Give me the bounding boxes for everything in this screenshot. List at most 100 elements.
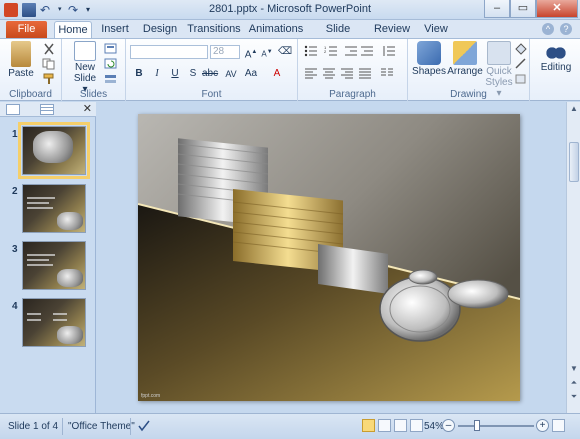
status-bar: Slide 1 of 4 "Office Theme" 54% – +: [0, 413, 580, 439]
section-icon[interactable]: [104, 73, 118, 85]
strikethrough-icon[interactable]: abc: [202, 67, 218, 81]
bold-icon[interactable]: B: [132, 67, 146, 81]
slide-show-view-button[interactable]: [410, 419, 423, 432]
shape-outline-icon[interactable]: [514, 58, 528, 70]
outline-tab-icon[interactable]: [40, 104, 54, 115]
align-center-icon[interactable]: [322, 67, 336, 79]
slide-sorter-view-button[interactable]: [378, 419, 391, 432]
align-right-icon[interactable]: [340, 67, 354, 79]
underline-icon[interactable]: U: [168, 67, 182, 81]
maximize-button[interactable]: ▭: [510, 0, 536, 18]
slide-info: Slide 1 of 4: [8, 421, 59, 432]
slide-thumbnail[interactable]: [22, 241, 86, 290]
zoom-out-button[interactable]: –: [442, 419, 455, 432]
vertical-scrollbar[interactable]: ▲ ▼ ⏶ ⏷: [566, 102, 580, 413]
tab-home[interactable]: Home: [54, 21, 92, 38]
binoculars-icon: [546, 45, 566, 61]
numbering-icon[interactable]: 12: [324, 45, 338, 57]
format-painter-icon[interactable]: [42, 73, 56, 85]
clear-format-icon[interactable]: ⌫: [278, 45, 292, 59]
coins-image: [138, 138, 520, 401]
font-size-combo[interactable]: 28: [210, 45, 240, 59]
clipboard-label: Clipboard: [9, 89, 52, 100]
slide-number: 4: [12, 301, 18, 312]
columns-icon[interactable]: [380, 67, 394, 79]
new-slide-label-line1: New: [74, 62, 95, 73]
scrollbar-thumb[interactable]: [569, 142, 579, 182]
quick-styles-icon: [487, 41, 511, 65]
previous-slide-icon[interactable]: ⏶: [569, 378, 579, 388]
shapes-label: Shapes: [412, 66, 446, 77]
editing-button[interactable]: Editing: [536, 41, 576, 73]
current-slide[interactable]: fppt.com: [138, 114, 520, 401]
font-name-combo[interactable]: [130, 45, 208, 59]
close-pane-icon[interactable]: ✕: [83, 102, 92, 115]
cut-icon[interactable]: [42, 43, 56, 55]
new-slide-button[interactable]: New Slide ▾: [70, 41, 100, 95]
line-spacing-icon[interactable]: [382, 45, 396, 57]
align-left-icon[interactable]: [304, 67, 318, 79]
font-color-icon[interactable]: A: [270, 67, 284, 81]
help-icon[interactable]: ?: [560, 23, 572, 35]
layout-icon[interactable]: [104, 43, 118, 55]
tab-animations[interactable]: Animations: [248, 21, 304, 38]
bullets-icon[interactable]: [304, 45, 318, 57]
zoom-in-button[interactable]: +: [536, 419, 549, 432]
slides-label: Slides: [79, 89, 108, 100]
shadow-icon[interactable]: S: [186, 67, 200, 81]
zoom-slider[interactable]: [458, 425, 534, 427]
slide-thumbnail[interactable]: [22, 184, 86, 233]
tab-review[interactable]: Review: [373, 21, 411, 38]
shapes-button[interactable]: Shapes: [412, 41, 446, 77]
change-case-icon[interactable]: Aa: [244, 67, 258, 81]
shrink-font-icon[interactable]: A▼: [260, 45, 274, 59]
normal-view-button[interactable]: [362, 419, 375, 432]
slide-number: 2: [12, 186, 18, 197]
thumb-coins-image: [57, 326, 83, 344]
thumb-line: [27, 319, 41, 321]
paste-button[interactable]: Paste: [6, 41, 36, 79]
tab-file[interactable]: File: [6, 21, 47, 38]
reading-view-button[interactable]: [394, 419, 407, 432]
ribbon: Paste Clipboard New Slide ▾ Slides 28 A▲…: [0, 38, 580, 101]
fit-to-window-button[interactable]: [552, 419, 565, 432]
minimize-button[interactable]: –: [484, 0, 510, 18]
tab-slide-show[interactable]: Slide Show: [312, 21, 364, 51]
reset-icon[interactable]: [104, 58, 118, 70]
group-paragraph: 12 Paragraph: [298, 39, 408, 101]
italic-icon[interactable]: I: [150, 67, 164, 81]
slides-tab-icon[interactable]: [6, 104, 20, 115]
decrease-indent-icon[interactable]: [344, 45, 358, 57]
tab-view[interactable]: View: [420, 21, 452, 38]
group-drawing: Shapes Arrange Quick Styles ▾ Drawing: [408, 39, 530, 101]
tab-insert[interactable]: Insert: [96, 21, 134, 38]
theme-name[interactable]: "Office Theme": [68, 421, 135, 432]
next-slide-icon[interactable]: ⏷: [569, 392, 579, 402]
tab-transitions[interactable]: Transitions: [186, 21, 242, 38]
slide-thumbnail[interactable]: [22, 298, 86, 347]
copy-icon[interactable]: [42, 58, 56, 70]
group-slides: New Slide ▾ Slides: [62, 39, 126, 101]
minimize-ribbon-icon[interactable]: ^: [542, 23, 554, 35]
slide-number: 1: [12, 129, 18, 140]
shape-effects-icon[interactable]: [514, 73, 528, 85]
char-spacing-icon[interactable]: AV: [224, 67, 238, 81]
scroll-down-icon[interactable]: ▼: [569, 364, 579, 374]
shape-fill-icon[interactable]: [514, 43, 528, 55]
spell-check-icon[interactable]: [137, 420, 151, 432]
editing-label: Editing: [540, 62, 572, 73]
arrange-button[interactable]: Arrange: [446, 41, 484, 77]
increase-indent-icon[interactable]: [360, 45, 374, 57]
font-label: Font: [201, 89, 222, 100]
justify-icon[interactable]: [358, 67, 372, 79]
grow-font-icon[interactable]: A▲: [244, 45, 258, 60]
tab-design[interactable]: Design: [140, 21, 180, 38]
group-clipboard: Paste Clipboard: [0, 39, 62, 101]
zoom-level[interactable]: 54%: [424, 421, 444, 432]
slide-thumbnail[interactable]: [18, 122, 90, 179]
zoom-slider-thumb[interactable]: [474, 420, 480, 431]
status-divider: [62, 418, 63, 435]
svg-text:2: 2: [324, 49, 327, 54]
scroll-up-icon[interactable]: ▲: [569, 104, 579, 114]
close-button[interactable]: ✕: [536, 0, 578, 18]
